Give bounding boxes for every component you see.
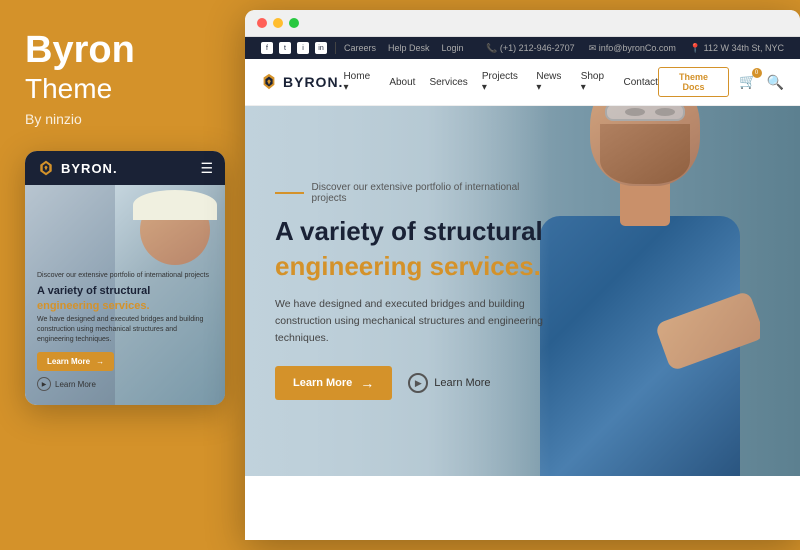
mobile-logo-icon: [37, 159, 55, 177]
desktop-hero-tagline: Discover our extensive portfolio of inte…: [275, 182, 545, 204]
arrow-icon: →: [360, 375, 374, 391]
desktop-topbar: f t i in Careers Help Desk Login 📞 (+1) …: [245, 37, 800, 59]
theme-by: By ninzio: [25, 111, 135, 127]
nav-projects[interactable]: Projects ▾: [482, 71, 523, 93]
nav-home[interactable]: Home ▾: [343, 71, 375, 93]
desktop-hero-buttons: Learn More → ▶ Learn More: [275, 366, 545, 400]
twitter-icon[interactable]: t: [279, 42, 291, 54]
window-minimize-dot: [273, 18, 283, 28]
theme-subtitle: Theme: [25, 72, 135, 106]
topbar-address: 📍 112 W 34th St, NYC: [690, 43, 784, 54]
desktop-hero-title: A variety of structural: [275, 216, 545, 247]
desktop-nav-logo-text: BYRON.: [283, 74, 343, 90]
nav-services[interactable]: Services: [429, 77, 467, 88]
search-icon[interactable]: 🔍: [767, 74, 784, 91]
topbar-email: ✉ info@byronCo.com: [589, 43, 676, 54]
desktop-logo-icon: [261, 73, 277, 91]
hero-learn-more-secondary-button[interactable]: ▶ Learn More: [408, 373, 490, 393]
desktop-hero-title-block: A variety of structural engineering serv…: [275, 216, 545, 296]
theme-docs-button[interactable]: Theme Docs: [658, 67, 729, 97]
tagline-line: [275, 192, 304, 194]
desktop-mockup: f t i in Careers Help Desk Login 📞 (+1) …: [245, 10, 800, 540]
play-circle-icon: ▶: [37, 377, 51, 391]
desktop-hero-desc: We have designed and executed bridges an…: [275, 296, 545, 346]
cart-badge: 0: [752, 68, 762, 78]
mobile-logo-area: BYRON.: [37, 159, 118, 177]
mobile-logo-text: BYRON.: [61, 161, 118, 176]
topbar-divider: [335, 42, 336, 54]
nav-news[interactable]: News ▾: [536, 71, 566, 93]
theme-title: Byron: [25, 30, 135, 72]
desktop-hero: Discover our extensive portfolio of inte…: [245, 106, 800, 476]
desktop-topbar-links: Careers Help Desk Login: [344, 43, 464, 53]
desktop-topbar-social: f t i in: [261, 42, 327, 54]
login-link[interactable]: Login: [442, 43, 464, 53]
nav-contact[interactable]: Contact: [623, 77, 657, 88]
left-panel: Byron Theme By ninzio BYRON. ☰: [0, 0, 245, 550]
mobile-btn-secondary[interactable]: ▶ Learn More: [37, 377, 213, 391]
desktop-topbar-right: 📞 (+1) 212-946-2707 ✉ info@byronCo.com 📍…: [486, 43, 784, 54]
theme-title-block: Byron Theme By ninzio: [25, 30, 135, 151]
mobile-hero-desc: We have designed and executed bridges an…: [37, 315, 213, 344]
window-close-dot: [257, 18, 267, 28]
desktop-nav-links: Home ▾ About Services Projects ▾ News ▾ …: [343, 71, 657, 93]
mobile-hero-tagline: Discover our extensive portfolio of inte…: [37, 271, 213, 280]
facebook-icon[interactable]: f: [261, 42, 273, 54]
careers-link[interactable]: Careers: [344, 43, 376, 53]
mobile-hero-title-orange: engineering services.: [37, 300, 150, 312]
play-circle-icon: ▶: [408, 373, 428, 393]
mobile-hero: Discover our extensive portfolio of inte…: [25, 185, 225, 405]
helpdesk-link[interactable]: Help Desk: [388, 43, 430, 53]
desktop-navbar: BYRON. Home ▾ About Services Projects ▾ …: [245, 59, 800, 106]
desktop-hero-content: Discover our extensive portfolio of inte…: [245, 106, 575, 476]
cart-button[interactable]: 🛒 0: [739, 73, 756, 91]
window-maximize-dot: [289, 18, 299, 28]
desktop-nav-actions: Theme Docs 🛒 0 🔍: [658, 67, 784, 97]
mobile-btn-primary[interactable]: Learn More →: [37, 352, 114, 371]
desktop-hero-title-orange: engineering services.: [275, 251, 545, 282]
hero-learn-more-button[interactable]: Learn More →: [275, 366, 392, 400]
nav-about[interactable]: About: [389, 77, 415, 88]
desktop-topbar-left: f t i in Careers Help Desk Login: [261, 42, 464, 54]
topbar-phone: 📞 (+1) 212-946-2707: [486, 43, 575, 54]
mobile-top-bar: BYRON. ☰: [25, 151, 225, 185]
arrow-icon: →: [96, 357, 104, 366]
mobile-hero-content: Discover our extensive portfolio of inte…: [25, 185, 225, 405]
desktop-nav-logo[interactable]: BYRON.: [261, 73, 343, 91]
mobile-mockup: BYRON. ☰ Discover our extensive portfoli…: [25, 151, 225, 405]
nav-shop[interactable]: Shop ▾: [581, 71, 610, 93]
instagram-icon[interactable]: i: [297, 42, 309, 54]
mobile-hero-title: A variety of structural engineering serv…: [37, 284, 213, 313]
desktop-window-bar: [245, 10, 800, 37]
mobile-menu-icon[interactable]: ☰: [200, 160, 213, 177]
linkedin-icon[interactable]: in: [315, 42, 327, 54]
